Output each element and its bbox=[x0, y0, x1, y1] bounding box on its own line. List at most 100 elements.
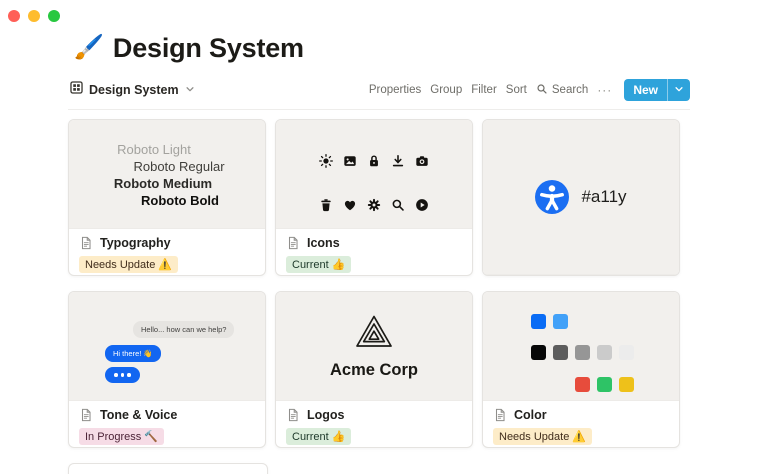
color-swatch bbox=[575, 345, 590, 360]
type-sample-light: Roboto Light bbox=[117, 141, 191, 158]
card-footer: Logos Current 👍 bbox=[276, 401, 472, 445]
toolbar-item-group[interactable]: Group bbox=[430, 84, 462, 96]
logo-label: Acme Corp bbox=[330, 361, 418, 380]
page-icon bbox=[79, 408, 93, 422]
card-title-row: Logos bbox=[286, 408, 462, 422]
card-title-row: Tone & Voice bbox=[79, 408, 255, 422]
color-swatch bbox=[553, 314, 568, 329]
color-swatch bbox=[531, 345, 546, 360]
card-preview-logos: Acme Corp bbox=[276, 292, 472, 401]
card-title: Logos bbox=[307, 408, 345, 422]
close-button[interactable] bbox=[8, 10, 20, 22]
new-dropdown-button[interactable] bbox=[667, 79, 690, 101]
toolbar-menu: Properties Group Filter Sort bbox=[369, 84, 527, 96]
minimize-button[interactable] bbox=[28, 10, 40, 22]
accessibility-icon bbox=[535, 180, 569, 214]
play-icon bbox=[415, 198, 429, 212]
penrose-triangle-icon bbox=[354, 312, 394, 357]
page-title[interactable]: Design System bbox=[113, 33, 304, 64]
color-swatch bbox=[619, 377, 634, 392]
type-sample-regular: Roboto Regular bbox=[133, 158, 224, 175]
page-icon bbox=[493, 408, 507, 422]
search-icon bbox=[391, 198, 405, 212]
zoom-button[interactable] bbox=[48, 10, 60, 22]
view-selector-label: Design System bbox=[89, 83, 179, 97]
chat-bubble-gray: Hello... how can we help? bbox=[133, 321, 234, 338]
card-title-row: Color bbox=[493, 408, 669, 422]
card-typography[interactable]: Roboto LightRoboto RegularRoboto MediumR… bbox=[68, 119, 266, 276]
card-title: Icons bbox=[307, 236, 340, 250]
status-badge: In Progress 🔨 bbox=[79, 428, 164, 445]
typing-dot bbox=[127, 373, 131, 377]
toolbar-item-sort[interactable]: Sort bbox=[506, 84, 527, 96]
window-controls bbox=[8, 10, 60, 22]
notion-window: 🖌️ Design System Design System Propertie… bbox=[0, 0, 758, 474]
more-options-button[interactable]: ··· bbox=[597, 83, 612, 97]
search-button[interactable]: Search bbox=[536, 83, 588, 98]
type-sample-bold: Roboto Bold bbox=[141, 192, 219, 209]
card-preview-typography: Roboto LightRoboto RegularRoboto MediumR… bbox=[69, 120, 265, 229]
chat-bubble-blue: Hi there! 👋 bbox=[105, 345, 161, 362]
page-emoji-icon[interactable]: 🖌️ bbox=[74, 36, 104, 60]
gallery-grid: Roboto LightRoboto RegularRoboto MediumR… bbox=[68, 119, 690, 448]
typing-dot bbox=[121, 373, 125, 377]
search-label: Search bbox=[552, 84, 588, 96]
lock-icon bbox=[367, 154, 381, 168]
a11y-tag-label: #a11y bbox=[581, 187, 626, 207]
card-footer: Tone & Voice In Progress 🔨 bbox=[69, 401, 265, 445]
color-swatch bbox=[575, 377, 590, 392]
page-header: 🖌️ Design System bbox=[74, 30, 690, 66]
chevron-down-icon bbox=[185, 81, 195, 99]
color-swatch bbox=[597, 345, 612, 360]
toolbar-item-filter[interactable]: Filter bbox=[471, 84, 497, 96]
toolbar-item-properties[interactable]: Properties bbox=[369, 84, 421, 96]
card-preview-color bbox=[483, 292, 679, 401]
card-preview-icons bbox=[276, 120, 472, 229]
page-icon bbox=[286, 408, 300, 422]
card-footer: Icons Current 👍 bbox=[276, 229, 472, 273]
new-button[interactable]: New bbox=[624, 79, 667, 101]
camera-icon bbox=[415, 154, 429, 168]
card-logos[interactable]: Acme Corp Logos Current 👍 bbox=[275, 291, 473, 448]
page-content: 🖌️ Design System Design System Propertie… bbox=[68, 30, 690, 474]
card-icons[interactable]: Icons Current 👍 bbox=[275, 119, 473, 276]
download-icon bbox=[391, 154, 405, 168]
status-badge: Current 👍 bbox=[286, 428, 351, 445]
card-title-row: Icons bbox=[286, 236, 462, 250]
card-preview-tone-voice: Hello... how can we help? Hi there! 👋 bbox=[69, 292, 265, 401]
gear-icon bbox=[367, 198, 381, 212]
status-badge: Current 👍 bbox=[286, 256, 351, 273]
color-swatch bbox=[597, 377, 612, 392]
card-footer: Typography Needs Update ⚠️ bbox=[69, 229, 265, 273]
type-sample-medium: Roboto Medium bbox=[114, 175, 212, 192]
color-swatch bbox=[619, 345, 634, 360]
card-footer: Color Needs Update ⚠️ bbox=[483, 401, 679, 445]
card-preview-accessibility: #a11y bbox=[483, 120, 679, 275]
card-footer: AccessibilityCurrent 👍 bbox=[483, 275, 679, 276]
new-button-group: New bbox=[624, 79, 690, 101]
page-icon bbox=[286, 236, 300, 250]
view-selector[interactable]: Design System bbox=[70, 81, 195, 99]
color-swatch bbox=[553, 345, 568, 360]
gallery-grid-icon bbox=[70, 81, 83, 99]
trash-icon bbox=[319, 198, 333, 212]
card-color[interactable]: Color Needs Update ⚠️ bbox=[482, 291, 680, 448]
heart-icon bbox=[343, 198, 357, 212]
color-swatch bbox=[531, 314, 546, 329]
status-badge: Needs Update ⚠️ bbox=[493, 428, 592, 445]
search-icon bbox=[536, 83, 548, 98]
typing-dot bbox=[114, 373, 118, 377]
toolbar-actions: Properties Group Filter Sort Search ··· New bbox=[369, 79, 690, 101]
sun-icon bbox=[319, 154, 333, 168]
card-title: Color bbox=[514, 408, 547, 422]
card-accessibility[interactable]: #a11y AccessibilityCurrent 👍 bbox=[482, 119, 680, 276]
card-tone-voice[interactable]: Hello... how can we help? Hi there! 👋 Tone… bbox=[68, 291, 266, 448]
page-icon bbox=[79, 236, 93, 250]
card-partial[interactable] bbox=[68, 463, 268, 474]
card-title-row: Typography bbox=[79, 236, 255, 250]
image-icon bbox=[343, 154, 357, 168]
card-title: Typography bbox=[100, 236, 171, 250]
status-badge: Needs Update ⚠️ bbox=[79, 256, 178, 273]
chevron-down-icon bbox=[674, 83, 684, 97]
view-toolbar: Design System Properties Group Filter Sort … bbox=[68, 79, 690, 110]
